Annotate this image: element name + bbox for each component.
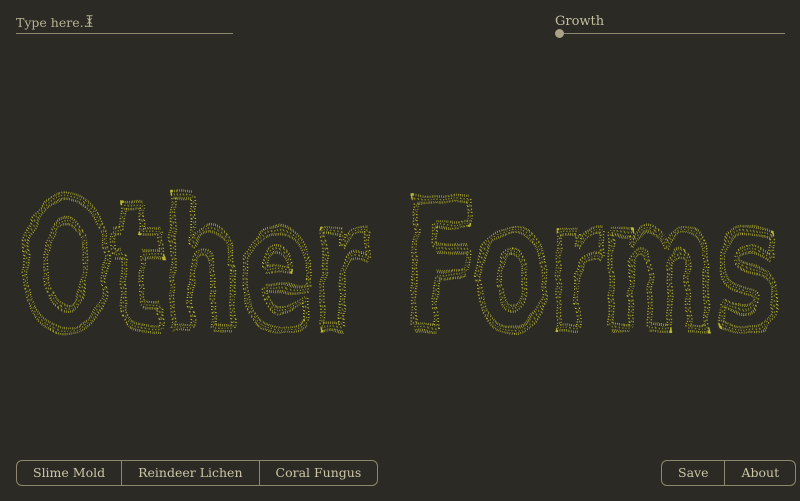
text-cursor-icon: [86, 15, 93, 27]
text-input[interactable]: [16, 12, 216, 33]
specimen-button-slime-mold[interactable]: Slime Mold: [17, 461, 123, 485]
hero-title-graphic: Other Forms Other Forms Other Forms: [16, 161, 785, 371]
action-buttons: Save About: [661, 460, 797, 486]
about-button[interactable]: About: [725, 461, 795, 485]
specimen-button-coral-fungus[interactable]: Coral Fungus: [260, 461, 378, 485]
growth-label: Growth: [555, 14, 605, 29]
hero-title-core: Other Forms: [20, 165, 780, 370]
growth-slider-thumb[interactable]: [555, 29, 564, 38]
specimen-selector: Slime Mold Reindeer Lichen Coral Fungus: [16, 460, 379, 486]
growth-control: Growth: [555, 14, 785, 40]
save-button[interactable]: Save: [662, 461, 726, 485]
hero-title-canvas: Other Forms Other Forms Other Forms: [0, 150, 800, 371]
text-input-field[interactable]: [16, 12, 233, 34]
growth-slider-track[interactable]: [555, 33, 785, 34]
specimen-button-reindeer-lichen[interactable]: Reindeer Lichen: [122, 461, 260, 485]
